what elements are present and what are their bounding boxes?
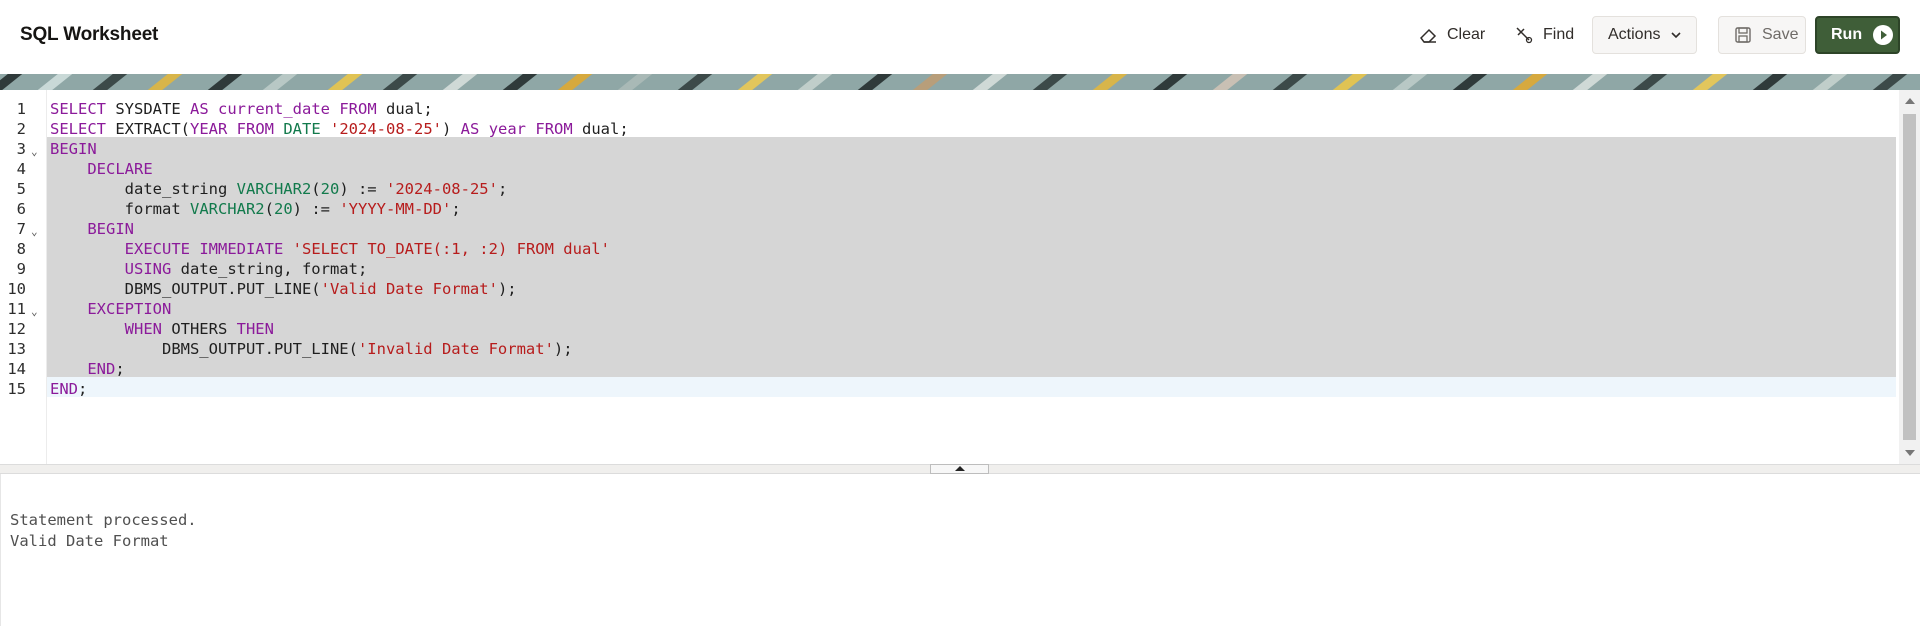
decorative-banner [0,74,1920,90]
scroll-up-arrow-icon[interactable] [1905,98,1915,104]
clear-label: Clear [1447,26,1486,43]
fold-chevron-icon[interactable]: ⌄ [31,140,38,165]
save-button[interactable]: Save [1718,16,1806,54]
scroll-down-arrow-icon[interactable] [1905,450,1915,456]
output-line: Statement processed. [10,511,197,529]
fold-chevron-icon[interactable]: ⌄ [31,220,38,245]
clear-button[interactable]: Clear [1418,16,1485,54]
panel-splitter[interactable] [0,464,1920,474]
code-editor[interactable]: 1 2 3 ⌄ 4 5 6 7 ⌄ 8 9 10 11 ⌄ 12 13 14 15 SELECT SYSDATE … [0,90,1920,464]
fold-chevron-icon[interactable]: ⌄ [31,300,38,325]
save-icon [1735,27,1751,43]
pattern-graphic [0,74,1920,90]
find-label: Find [1543,26,1575,43]
play-icon [1873,25,1894,45]
line-number-gutter: 1 2 3 ⌄ 4 5 6 7 ⌄ 8 9 10 11 ⌄ 12 13 14 15 [0,90,47,464]
find-button[interactable]: Find [1514,16,1574,54]
output-panel: Statement processed. Valid Date Format [0,474,1920,626]
find-replace-icon [1516,27,1533,44]
scrollbar-thumb[interactable] [1903,114,1916,440]
eraser-icon [1420,28,1437,43]
editor-scrollbar[interactable] [1899,90,1920,464]
actions-label: Actions [1608,26,1661,43]
line-number: 15 [7,380,26,398]
run-label: Run [1831,26,1863,43]
save-label: Save [1762,26,1799,43]
collapse-output-handle[interactable] [930,464,989,474]
page-title: SQL Worksheet [20,24,159,45]
chevron-down-icon [1671,32,1682,39]
actions-menu-button[interactable]: Actions [1592,16,1697,54]
run-button[interactable]: Run [1815,16,1900,54]
output-line: Valid Date Format [10,531,169,550]
code-line[interactable]: END; [50,377,1896,402]
worksheet-header: SQL Worksheet Clear Find Actions Save Ru… [0,0,1920,74]
